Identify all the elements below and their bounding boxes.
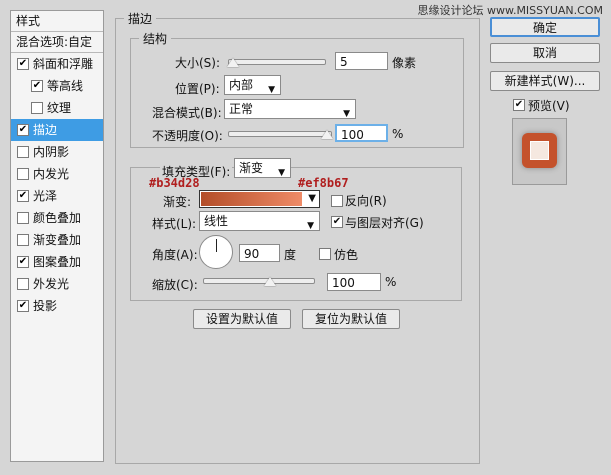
style-item-label: 投影 xyxy=(33,299,58,313)
style-item-bevel-emboss[interactable]: 斜面和浮雕 xyxy=(11,53,103,75)
opacity-label: 不透明度(O): xyxy=(152,129,223,143)
style-item-label: 光泽 xyxy=(33,189,58,203)
scale-label: 缩放(C): xyxy=(152,278,198,292)
blend-mode-select-value: 正常 xyxy=(229,102,254,116)
style-item-label: 等高线 xyxy=(47,79,84,93)
gradient-picker[interactable]: ▼ xyxy=(199,190,320,208)
style-item-label: 斜面和浮雕 xyxy=(33,57,94,71)
angle-label: 角度(A): xyxy=(152,248,198,262)
stroke-group-title: 描边 xyxy=(128,12,153,26)
style-item-label: 图案叠加 xyxy=(33,255,82,269)
style-item-inner-glow[interactable]: 内发光 xyxy=(11,163,103,185)
position-label: 位置(P): xyxy=(175,82,220,96)
angle-input[interactable]: 90 xyxy=(239,244,280,262)
size-slider-thumb[interactable] xyxy=(227,58,239,67)
blend-options-item[interactable]: 混合选项:自定 xyxy=(11,32,103,53)
style-item-label: 渐变叠加 xyxy=(33,233,82,247)
style-list-title[interactable]: 样式 xyxy=(11,11,103,32)
style-item-stroke[interactable]: 描边 xyxy=(11,119,103,141)
style-item-pattern-overlay[interactable]: 图案叠加 xyxy=(11,251,103,273)
chevron-down-icon: ▼ xyxy=(278,168,285,178)
cancel-button[interactable]: 取消 xyxy=(490,43,600,63)
size-slider[interactable] xyxy=(227,58,326,67)
size-input[interactable]: 5 xyxy=(335,52,388,70)
texture-checkbox[interactable] xyxy=(31,102,43,114)
gradient-style-select[interactable]: 线性 ▼ xyxy=(199,211,320,231)
scale-input[interactable]: 100 xyxy=(327,273,381,291)
style-item-inner-shadow[interactable]: 内阴影 xyxy=(11,141,103,163)
opacity-unit: % xyxy=(392,127,404,141)
size-label: 大小(S): xyxy=(175,56,221,70)
angle-dial-needle xyxy=(216,239,217,252)
chevron-down-icon: ▼ xyxy=(343,109,350,119)
chevron-down-icon[interactable]: ▼ xyxy=(308,193,316,204)
style-item-label: 内阴影 xyxy=(33,145,70,159)
style-preview-thumbnail xyxy=(512,118,567,185)
style-item-contour[interactable]: 等高线 xyxy=(11,75,103,97)
satin-checkbox[interactable] xyxy=(17,190,29,202)
style-item-drop-shadow[interactable]: 投影 xyxy=(11,295,103,317)
gradient-style-select-value: 线性 xyxy=(204,214,229,228)
style-item-satin[interactable]: 光泽 xyxy=(11,185,103,207)
structure-group-title: 结构 xyxy=(143,32,168,46)
align-layer-label: 与图层对齐(G) xyxy=(345,216,424,230)
opacity-input[interactable]: 100 xyxy=(335,124,388,142)
reverse-label: 反向(R) xyxy=(345,194,387,208)
angle-dial[interactable] xyxy=(199,235,233,269)
style-item-label: 颜色叠加 xyxy=(33,211,82,225)
scale-unit: % xyxy=(385,275,397,289)
dither-checkbox[interactable] xyxy=(319,248,331,260)
position-select[interactable]: 内部 ▼ xyxy=(224,75,281,95)
scale-slider-thumb[interactable] xyxy=(264,277,276,286)
style-list-panel: 样式 混合选项:自定 斜面和浮雕 等高线 纹理 描边 内阴影 内发光 光泽 颜色… xyxy=(10,10,104,462)
style-item-label: 内发光 xyxy=(33,167,70,181)
pattern-overlay-checkbox[interactable] xyxy=(17,256,29,268)
blend-mode-label: 混合模式(B): xyxy=(152,106,222,120)
opacity-slider-thumb[interactable] xyxy=(321,130,333,139)
gradient-end-hex: #ef8b67 xyxy=(298,176,349,190)
bevel-emboss-checkbox[interactable] xyxy=(17,58,29,70)
reverse-checkbox[interactable] xyxy=(331,195,343,207)
gradient-label: 渐变: xyxy=(163,195,192,209)
scale-slider[interactable] xyxy=(203,277,315,286)
gradient-start-hex: #b34d28 xyxy=(149,176,200,190)
style-item-color-overlay[interactable]: 颜色叠加 xyxy=(11,207,103,229)
style-item-outer-glow[interactable]: 外发光 xyxy=(11,273,103,295)
blend-mode-select[interactable]: 正常 ▼ xyxy=(224,99,356,119)
gradient-overlay-checkbox[interactable] xyxy=(17,234,29,246)
style-item-label: 外发光 xyxy=(33,277,70,291)
fill-type-select-value: 渐变 xyxy=(239,161,264,175)
new-style-button[interactable]: 新建样式(W)... xyxy=(490,71,600,91)
preview-inner-shape xyxy=(530,141,549,160)
outer-glow-checkbox[interactable] xyxy=(17,278,29,290)
dither-label: 仿色 xyxy=(334,248,359,262)
color-overlay-checkbox[interactable] xyxy=(17,212,29,224)
size-unit: 像素 xyxy=(392,56,417,70)
drop-shadow-checkbox[interactable] xyxy=(17,300,29,312)
style-item-label: 纹理 xyxy=(47,101,72,115)
gradient-style-label: 样式(L): xyxy=(152,217,197,231)
preview-outer-shape xyxy=(522,133,557,168)
style-item-texture[interactable]: 纹理 xyxy=(11,97,103,119)
gradient-swatch[interactable] xyxy=(201,192,302,206)
align-layer-checkbox[interactable] xyxy=(331,216,343,228)
chevron-down-icon: ▼ xyxy=(268,85,275,95)
chevron-down-icon: ▼ xyxy=(307,221,314,231)
fill-type-select[interactable]: 渐变 ▼ xyxy=(234,158,291,178)
reset-default-button[interactable]: 复位为默认值 xyxy=(302,309,400,329)
opacity-slider[interactable] xyxy=(228,130,333,139)
position-select-value: 内部 xyxy=(229,78,254,92)
stroke-checkbox[interactable] xyxy=(17,124,29,136)
ok-button[interactable]: 确定 xyxy=(490,17,600,37)
preview-label: 预览(V) xyxy=(528,99,570,113)
preview-checkbox[interactable] xyxy=(513,99,525,111)
style-item-gradient-overlay[interactable]: 渐变叠加 xyxy=(11,229,103,251)
inner-glow-checkbox[interactable] xyxy=(17,168,29,180)
angle-unit: 度 xyxy=(284,248,297,262)
inner-shadow-checkbox[interactable] xyxy=(17,146,29,158)
set-default-button[interactable]: 设置为默认值 xyxy=(193,309,291,329)
style-item-label: 描边 xyxy=(33,123,58,137)
contour-checkbox[interactable] xyxy=(31,80,43,92)
